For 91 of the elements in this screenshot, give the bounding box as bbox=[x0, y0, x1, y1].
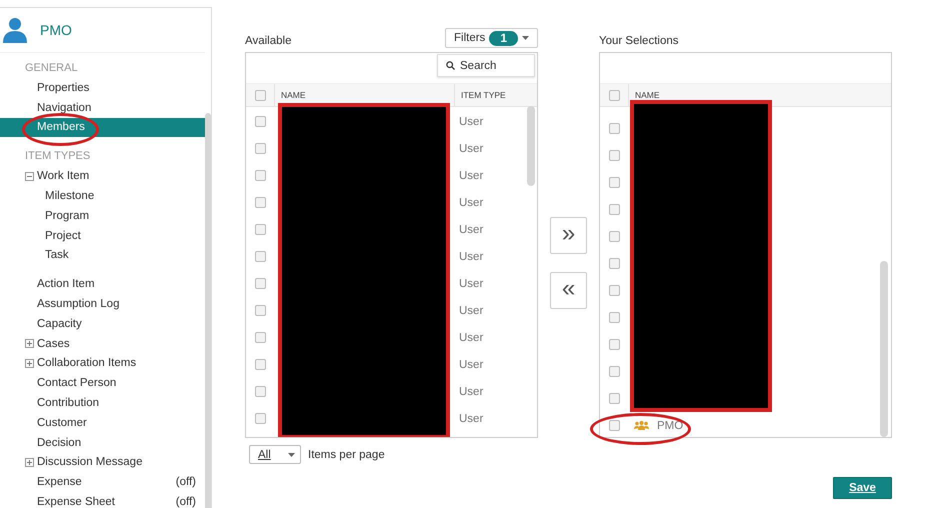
sidebar-item[interactable]: Cases bbox=[0, 334, 205, 354]
checkbox[interactable] bbox=[254, 332, 266, 343]
table-cell: User bbox=[459, 358, 484, 370]
scrollbar[interactable] bbox=[880, 261, 888, 437]
table-cell: User bbox=[459, 250, 484, 262]
item-label: Expense bbox=[37, 476, 83, 488]
sidebar-item[interactable]: Customer bbox=[0, 412, 205, 433]
sidebar-item[interactable]: Properties bbox=[0, 78, 205, 98]
save-button[interactable]: Save bbox=[833, 477, 892, 499]
search-field[interactable]: Search bbox=[437, 54, 535, 77]
expand-icon[interactable] bbox=[25, 358, 34, 368]
filters-button[interactable]: Filters 1 bbox=[445, 28, 538, 48]
table-cell: User bbox=[459, 170, 484, 182]
checkbox[interactable] bbox=[254, 278, 266, 289]
table-cell: User bbox=[459, 142, 484, 154]
expand-icon[interactable] bbox=[25, 458, 34, 467]
scrollbar[interactable] bbox=[527, 106, 535, 186]
collapse-icon[interactable] bbox=[25, 172, 34, 181]
select-all-checkbox[interactable] bbox=[254, 90, 266, 100]
table-cell: User bbox=[459, 224, 484, 236]
checkbox[interactable] bbox=[608, 366, 620, 377]
page-size-dropdown[interactable]: All bbox=[249, 445, 301, 464]
checkbox[interactable] bbox=[254, 305, 266, 316]
sidebar-item[interactable]: Milestone bbox=[0, 186, 205, 206]
table-cell: User bbox=[459, 304, 484, 316]
caret-icon bbox=[288, 452, 295, 456]
count-badge: 1 bbox=[489, 30, 518, 46]
sidebar-item[interactable]: Project bbox=[0, 226, 205, 246]
sidebar-item[interactable]: Contribution bbox=[0, 393, 205, 413]
checkbox[interactable] bbox=[608, 150, 620, 161]
sidebar-item[interactable]: Work Item bbox=[0, 166, 205, 186]
checkbox[interactable] bbox=[608, 339, 620, 350]
sidebar-item[interactable]: Capacity bbox=[0, 314, 205, 334]
sidebar-item[interactable]: Action Item bbox=[0, 274, 205, 294]
checkbox[interactable] bbox=[254, 359, 266, 370]
checkbox[interactable] bbox=[608, 231, 620, 242]
select-all-checkbox[interactable] bbox=[608, 90, 620, 100]
expand-icon[interactable] bbox=[25, 339, 34, 348]
checkbox[interactable] bbox=[608, 204, 620, 215]
group-icon bbox=[634, 421, 649, 430]
sidebar-item-row[interactable]: Expense Sheet (off) bbox=[0, 492, 205, 508]
sidebar-item[interactable]: Task bbox=[0, 246, 205, 266]
section-heading: ITEM TYPES bbox=[24, 149, 92, 162]
checkbox[interactable] bbox=[254, 170, 266, 181]
item-label: Expense Sheet bbox=[37, 496, 116, 508]
table-cell: User bbox=[459, 332, 484, 344]
caret-icon bbox=[522, 36, 529, 40]
sidebar-title: PMO bbox=[40, 22, 72, 38]
column-header[interactable]: ITEM TYPE bbox=[461, 90, 506, 100]
checkbox[interactable] bbox=[254, 386, 266, 397]
section-heading: GENERAL bbox=[24, 61, 79, 74]
sidebar-item[interactable]: Discussion Message bbox=[0, 452, 205, 472]
sidebar-item[interactable]: Program bbox=[0, 206, 205, 226]
checkbox[interactable] bbox=[254, 251, 266, 262]
checkbox[interactable] bbox=[254, 197, 266, 208]
panel-title: Available bbox=[245, 35, 292, 47]
sidebar-item[interactable]: Collaboration Items bbox=[0, 354, 205, 374]
status-label: (off) bbox=[176, 476, 196, 488]
table-cell: User bbox=[459, 196, 484, 208]
table-cell: User bbox=[459, 412, 484, 424]
sidebar-item[interactable]: Contact Person bbox=[0, 373, 205, 394]
checkbox[interactable] bbox=[608, 420, 620, 431]
checkbox[interactable] bbox=[254, 224, 266, 235]
checkbox[interactable] bbox=[608, 177, 620, 188]
move-right-button[interactable]: » bbox=[550, 217, 587, 254]
search-icon bbox=[446, 61, 455, 70]
column-header[interactable]: NAME bbox=[635, 90, 660, 100]
page-size-label: Items per page bbox=[308, 448, 385, 460]
checkbox[interactable] bbox=[608, 312, 620, 323]
move-left-button[interactable]: « bbox=[550, 272, 587, 309]
scrollbar[interactable] bbox=[205, 113, 211, 508]
sidebar-item[interactable]: Members bbox=[0, 118, 205, 138]
table-cell: User bbox=[459, 116, 484, 128]
table-cell: User bbox=[459, 278, 484, 290]
column-header[interactable]: NAME bbox=[281, 90, 306, 100]
sidebar-item-row[interactable]: Expense (off) bbox=[0, 472, 205, 492]
user-icon bbox=[2, 17, 28, 43]
checkbox[interactable] bbox=[608, 285, 620, 296]
table-cell: User bbox=[459, 386, 484, 398]
checkbox[interactable] bbox=[608, 393, 620, 404]
table-cell: PMO bbox=[657, 420, 684, 432]
checkbox[interactable] bbox=[608, 123, 620, 134]
checkbox[interactable] bbox=[254, 413, 266, 424]
checkbox[interactable] bbox=[254, 116, 266, 127]
panel-title: Your Selections bbox=[599, 35, 678, 47]
status-label: (off) bbox=[176, 496, 196, 508]
checkbox[interactable] bbox=[608, 258, 620, 269]
checkbox[interactable] bbox=[254, 143, 266, 154]
sidebar-item[interactable]: Navigation bbox=[0, 98, 205, 118]
sidebar-item[interactable]: Assumption Log bbox=[0, 294, 205, 314]
sidebar-item[interactable]: Decision bbox=[0, 432, 205, 453]
